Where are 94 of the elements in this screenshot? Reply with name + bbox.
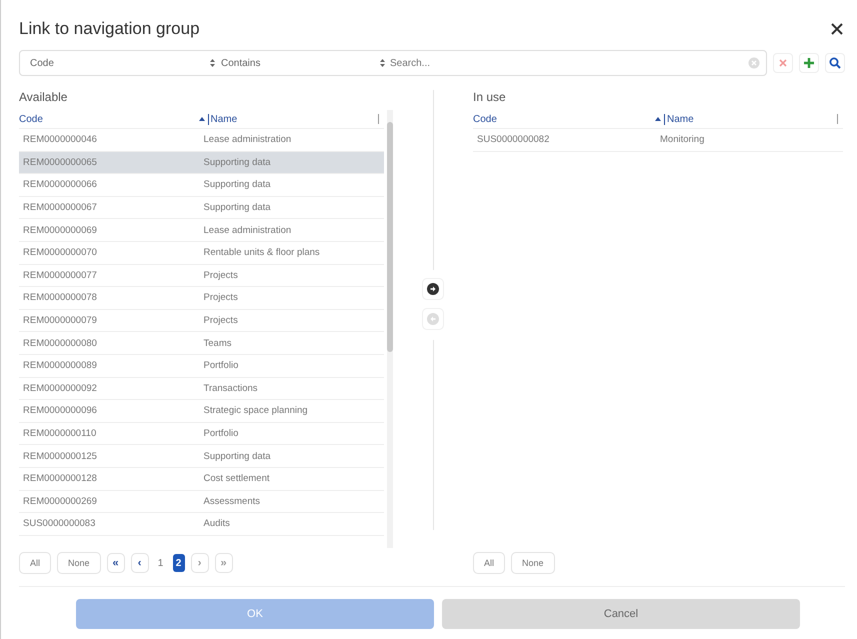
table-row[interactable]: REM0000000128 Cost settlement bbox=[19, 468, 384, 490]
table-cell-text: REM0000000269 bbox=[23, 496, 98, 507]
table-cell-text: REM0000000080 bbox=[23, 338, 98, 349]
table-cell-text: Cost settlement bbox=[204, 473, 270, 484]
table-cell-text: Portfolio bbox=[204, 428, 240, 440]
table-cell-text: REM0000000128 bbox=[23, 473, 98, 484]
sort-icon[interactable] bbox=[655, 116, 661, 122]
move-right-button[interactable] bbox=[422, 278, 444, 300]
select-button[interactable]: None bbox=[511, 552, 555, 574]
table-cell-text: REM0000000065 bbox=[23, 156, 98, 168]
table-cell-text: REM0000000070 bbox=[23, 247, 98, 258]
close-icon bbox=[778, 58, 788, 68]
select-button[interactable]: All bbox=[473, 552, 506, 574]
table-cell-text: Projects bbox=[204, 292, 239, 304]
search-field[interactable]: Search... bbox=[388, 56, 748, 70]
table-cell-text: REM0000000110 bbox=[23, 428, 98, 440]
panel-title: In use bbox=[473, 90, 507, 106]
updown-icon bbox=[380, 59, 385, 67]
table-cell-text: Monitoring bbox=[660, 134, 706, 146]
clear-filter-button[interactable] bbox=[773, 53, 793, 73]
table-row[interactable]: REM0000000125 Supporting data bbox=[19, 445, 384, 468]
table-cell-text: Strategic space planning bbox=[204, 405, 309, 416]
table-cell-text: Transactions bbox=[204, 382, 259, 394]
table-cell-text: Portfolio bbox=[204, 360, 240, 372]
table-cell-text: Lease administration bbox=[204, 224, 292, 236]
table-row[interactable]: SUS0000000083 Audits bbox=[19, 513, 384, 536]
page-button[interactable]: 2 bbox=[172, 554, 185, 572]
table-cell-text: REM0000000078 bbox=[23, 292, 98, 304]
table-cell-text: REM0000000046 bbox=[23, 134, 98, 146]
field-select[interactable]: Code bbox=[20, 58, 200, 68]
column-header[interactable]: Name bbox=[208, 114, 238, 124]
clear-icon[interactable] bbox=[748, 57, 760, 69]
table-row[interactable]: REM0000000069 Lease administration bbox=[19, 219, 384, 242]
search-icon bbox=[829, 57, 841, 69]
select-button[interactable]: All bbox=[19, 552, 52, 574]
table-row[interactable]: REM0000000066 Supporting data bbox=[19, 174, 384, 197]
table-cell-text: Audits bbox=[204, 518, 231, 530]
table-row[interactable]: REM0000000070 Rentable units & floor plans bbox=[19, 242, 384, 265]
arrow-right-icon bbox=[427, 283, 439, 295]
table-cell-text: REM0000000067 bbox=[23, 202, 98, 214]
table-row[interactable]: REM0000000078 Projects bbox=[19, 287, 384, 310]
table-row[interactable]: REM0000000080 Teams bbox=[19, 332, 384, 355]
column-resize-handle[interactable] bbox=[837, 114, 838, 124]
plus-icon bbox=[803, 57, 815, 69]
add-button[interactable] bbox=[799, 53, 819, 73]
table-cell-text: Lease administration bbox=[204, 134, 292, 146]
sort-icon[interactable] bbox=[198, 116, 204, 122]
table-row[interactable]: REM0000000079 Projects bbox=[19, 310, 384, 332]
table-cell-text: Projects bbox=[204, 315, 239, 326]
search-button[interactable] bbox=[825, 53, 845, 73]
table-cell-text: Rentable units & floor plans bbox=[204, 247, 321, 258]
page-button[interactable]: 1 bbox=[154, 554, 167, 572]
table-cell-text: SUS0000000082 bbox=[477, 134, 550, 146]
column-resize-handle[interactable] bbox=[378, 114, 379, 124]
pager-button[interactable]: ‹ bbox=[130, 553, 149, 573]
table-row[interactable]: REM0000000110 Portfolio bbox=[19, 422, 384, 446]
table-row[interactable]: SUS0000000082 Monitoring bbox=[473, 129, 843, 152]
panel-title: Available bbox=[19, 90, 68, 106]
select-button[interactable]: None bbox=[57, 552, 101, 574]
arrow-left-icon bbox=[427, 313, 439, 325]
updown-icon bbox=[210, 59, 215, 67]
column-header[interactable]: Code bbox=[473, 114, 655, 124]
table-cell-text: REM0000000077 bbox=[23, 270, 98, 281]
table-cell-text: SUS0000000083 bbox=[23, 518, 96, 530]
column-header[interactable]: Name bbox=[664, 114, 694, 124]
table-cell-text: REM0000000089 bbox=[23, 360, 98, 372]
table-row[interactable]: REM0000000089 Portfolio bbox=[19, 354, 384, 378]
table-cell-text: REM0000000079 bbox=[23, 315, 98, 326]
table-row[interactable]: REM0000000067 Supporting data bbox=[19, 196, 384, 220]
table-cell-text: REM0000000069 bbox=[23, 224, 98, 236]
table-cell-text: Supporting data bbox=[204, 450, 272, 462]
table-cell-text: Projects bbox=[204, 270, 239, 281]
table-row[interactable]: REM0000000092 Transactions bbox=[19, 378, 384, 400]
table-cell-text: Assessments bbox=[204, 496, 261, 507]
scrollbar-thumb[interactable] bbox=[387, 122, 393, 352]
table-cell-text: Supporting data bbox=[204, 179, 272, 190]
pager-button[interactable]: « bbox=[106, 553, 125, 573]
cancel-button[interactable]: Cancel bbox=[442, 599, 800, 629]
table-row[interactable]: REM0000000065 Supporting data bbox=[19, 152, 384, 174]
table-row[interactable]: REM0000000077 Projects bbox=[19, 264, 384, 288]
table-row[interactable]: REM0000000096 Strategic space planning bbox=[19, 400, 384, 423]
table-cell-text: REM0000000125 bbox=[23, 450, 98, 462]
table-cell-text: REM0000000096 bbox=[23, 405, 98, 416]
table-cell-text: Supporting data bbox=[204, 156, 272, 168]
column-header[interactable]: Code bbox=[19, 114, 198, 124]
scrollbar[interactable] bbox=[387, 110, 393, 548]
table-cell-text: Teams bbox=[204, 338, 232, 349]
table-row[interactable]: REM0000000269 Assessments bbox=[19, 490, 384, 514]
table-cell-text: REM0000000092 bbox=[23, 382, 98, 394]
table-cell-text: REM0000000066 bbox=[23, 179, 98, 190]
operator-select[interactable]: Contains bbox=[200, 58, 380, 68]
dialog-title: Link to navigation group bbox=[19, 19, 200, 39]
close-button[interactable] bbox=[829, 21, 845, 37]
table-cell-text: Supporting data bbox=[204, 202, 272, 214]
